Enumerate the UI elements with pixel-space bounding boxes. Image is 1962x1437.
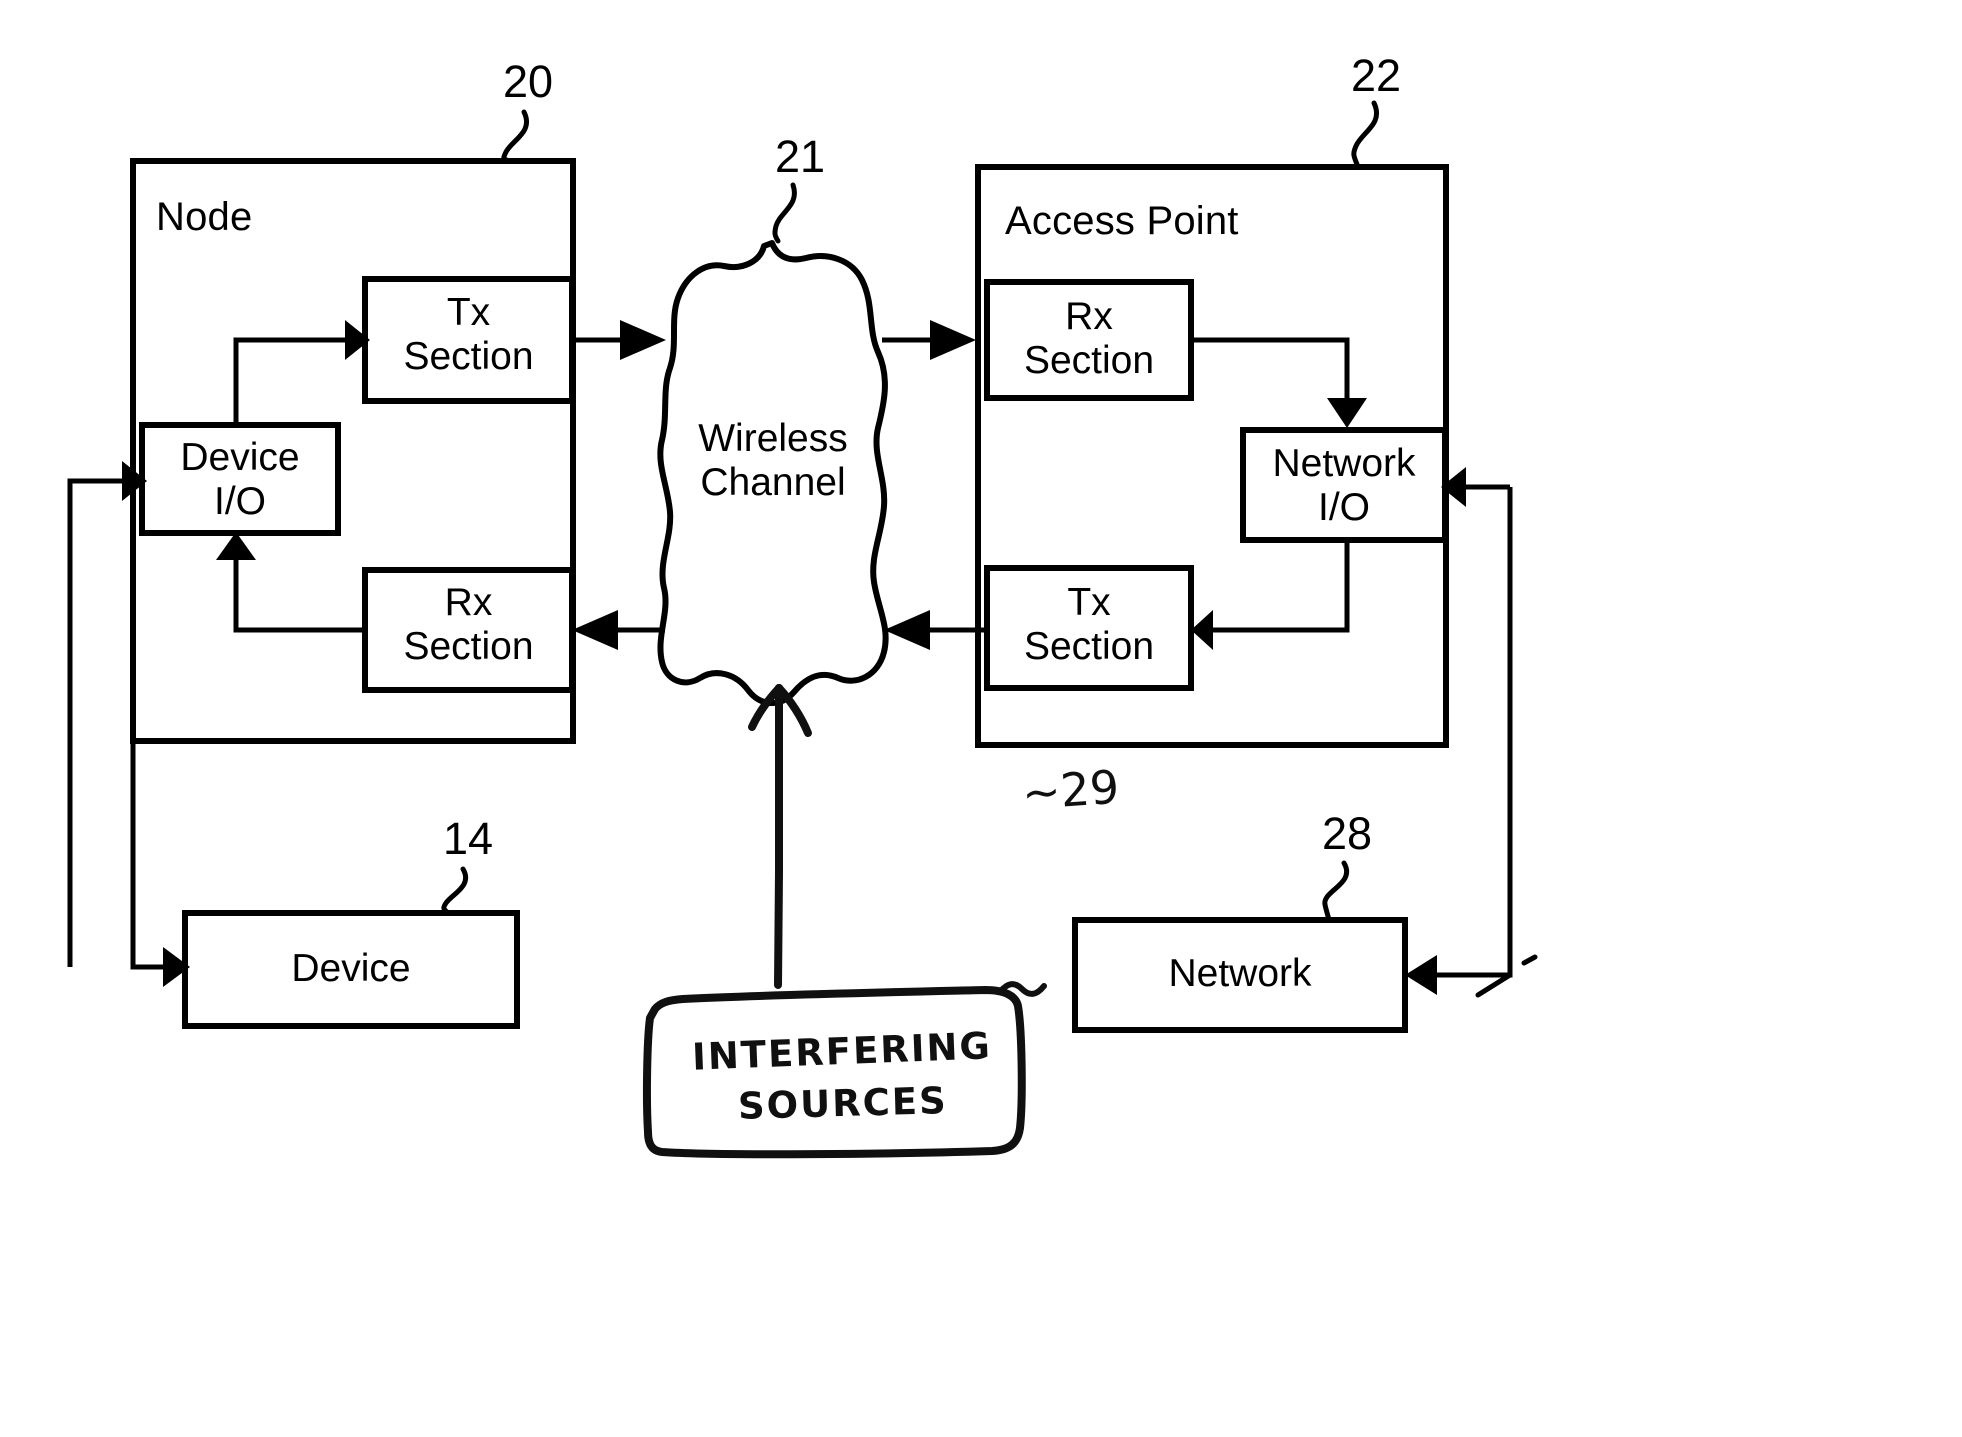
diagram-svg: [67, 100, 1538, 1159]
device-label: Device: [291, 947, 411, 990]
node-tx-section-label-line1: Tx: [446, 291, 491, 334]
arrowhead-ap-tx-to-channel: [884, 610, 930, 650]
device-io-label-line1: Device: [180, 436, 300, 479]
ref-numeral-20: 20: [503, 56, 554, 107]
access-point-label: Access Point: [1005, 199, 1239, 243]
arrowhead-channel-to-node-rx: [572, 610, 618, 650]
connector-device-loop-to-deviceio: [67, 478, 122, 967]
arrowhead-node-tx-to-channel: [620, 320, 666, 360]
arrowhead-rail-to-network: [1405, 955, 1437, 995]
ref-numeral-21: 21: [775, 131, 826, 182]
ap-rx-section-label-line2: Section: [1023, 339, 1155, 382]
stray-dash-mark-2: [1521, 954, 1538, 966]
leader-22: [1351, 100, 1379, 170]
ref-numeral-14: 14: [443, 813, 494, 864]
ap-tx-section-label-line1: Tx: [1067, 581, 1111, 624]
network-label: Network: [1168, 952, 1312, 995]
leader-21: [772, 182, 797, 244]
connector-node-to-device: [130, 741, 163, 970]
ap-rx-section-label-line1: Rx: [1065, 295, 1113, 338]
interfering-sources-line2: SOURCES: [737, 1079, 949, 1128]
network-io-label-line1: Network: [1272, 442, 1416, 485]
node-rx-section-label-line1: Rx: [444, 581, 493, 624]
leader-28: [1322, 860, 1349, 923]
ap-tx-section-label-line2: Section: [1023, 625, 1155, 668]
node-tx-section-label-line2: Section: [403, 335, 534, 378]
arrowhead-channel-to-ap-rx: [930, 320, 976, 360]
stray-dash-mark: [1475, 972, 1513, 998]
node-rx-section-label-line2: Section: [403, 625, 534, 668]
interference-arrow-shaft: [774, 684, 783, 989]
node-label: Node: [156, 195, 253, 239]
wireless-channel-label-line1: Wireless: [698, 417, 848, 460]
device-io-label-line2: I/O: [213, 480, 266, 523]
ref-numeral-28: 28: [1322, 808, 1373, 859]
ref-numeral-22: 22: [1351, 50, 1402, 101]
leader-14: [441, 866, 468, 916]
wireless-channel-label-line2: Channel: [700, 461, 846, 504]
figure-canvas: Node 20 Tx Section Rx Section Device I/O…: [0, 0, 1962, 1437]
network-io-label-line2: I/O: [1317, 486, 1370, 529]
leader-20: [501, 109, 529, 164]
ref-numeral-29: ~29: [1020, 759, 1121, 821]
